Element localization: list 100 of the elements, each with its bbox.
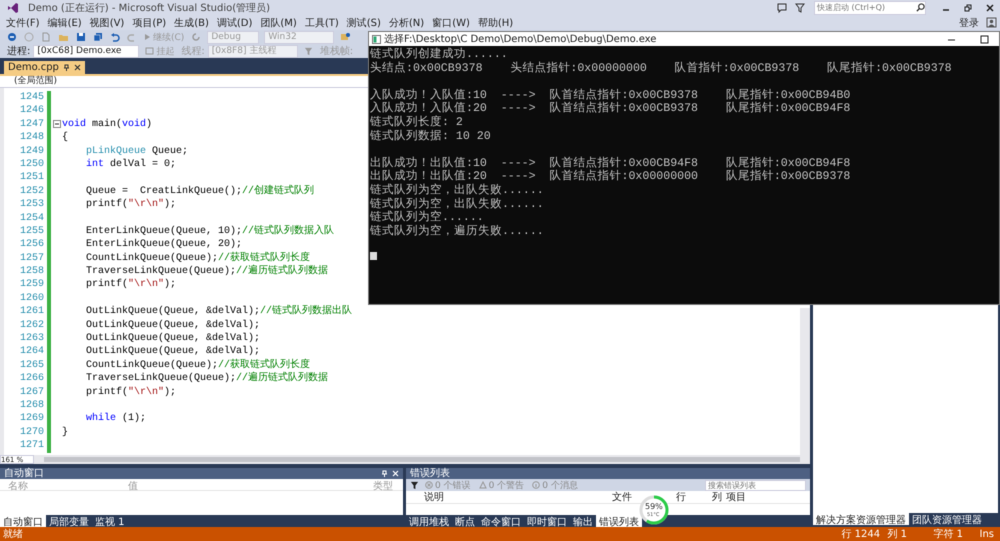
line-number: 1258 xyxy=(18,265,45,278)
collapse-icon[interactable] xyxy=(52,120,60,128)
console-output-line: 链式队列为空，出队失败...... xyxy=(370,198,545,211)
panel-tab[interactable]: 团队资源管理器 xyxy=(909,513,985,525)
thread-label: 线程: xyxy=(181,44,205,58)
code-line: CountLinkQueue(Queue);//获取链式队列长度 xyxy=(85,252,310,264)
search-field[interactable]: 搜索错误列表 xyxy=(705,480,806,490)
menu-item[interactable]: 视图(V) xyxy=(86,16,128,30)
line-number: 1267 xyxy=(18,386,45,399)
code-line: void main(void) xyxy=(62,118,152,132)
panel-tab[interactable]: 调用堆栈 xyxy=(406,515,452,527)
code-line: OutLinkQueue(Queue, &delVal); xyxy=(85,345,260,358)
pin-icon[interactable] xyxy=(62,64,70,71)
find-icon[interactable] xyxy=(340,32,352,42)
panel-tab[interactable]: 解决方案资源管理器 xyxy=(813,513,909,525)
horizontal-scrollbar[interactable] xyxy=(44,457,800,462)
column-header[interactable]: 项目 xyxy=(726,490,746,504)
process-dropdown[interactable]: [0xC68] Demo.exe xyxy=(33,44,140,58)
info-icon xyxy=(532,481,540,489)
menu-item[interactable]: 窗口(W) xyxy=(428,16,474,30)
scope-dropdown[interactable]: (全局范围) xyxy=(0,76,164,87)
line-number: 1260 xyxy=(18,292,45,306)
restart-icon[interactable] xyxy=(191,32,202,42)
panel-tab[interactable]: 输出 xyxy=(570,515,596,527)
menu-item[interactable]: 调试(D) xyxy=(212,16,256,30)
error-icon xyxy=(425,481,433,489)
quick-launch-field[interactable]: 快速启动 (Ctrl+Q) xyxy=(814,0,926,14)
text-cursor xyxy=(370,252,377,260)
console-output-line: 入队成功！入队值:20 ----> 队首结点指针:0x00CB9378 队尾指针:0x00CB94F8 xyxy=(370,102,852,116)
char-indicator: 字符 1 xyxy=(934,528,964,541)
column-header[interactable]: 说明 xyxy=(424,490,444,504)
window-title: Demo (正在运行) - Microsoft Visual Studio(管理员) xyxy=(28,2,270,14)
play-icon xyxy=(144,33,151,41)
menu-item[interactable]: 工具(T) xyxy=(300,16,343,30)
panel-tab[interactable]: 即时窗口 xyxy=(524,515,570,527)
console-icon xyxy=(372,34,381,44)
console-output-line: 链式队列为空...... xyxy=(370,211,485,224)
line-number: 1262 xyxy=(18,318,45,332)
panel-tab[interactable]: 命令窗口 xyxy=(478,515,524,527)
navigate-icon[interactable] xyxy=(7,32,17,42)
menu-item[interactable]: 帮助(H) xyxy=(474,16,518,30)
vertical-scrollbar[interactable] xyxy=(800,308,810,455)
code-line: int delVal = 0; xyxy=(85,158,176,172)
line-number: 1268 xyxy=(18,398,45,412)
account-icon[interactable] xyxy=(986,17,997,28)
code-line: printf("\r\n"); xyxy=(85,386,176,399)
line-indicator: 行 1244 xyxy=(842,528,882,541)
status-message: 就绪 xyxy=(3,528,23,541)
code-line: OutLinkQueue(Queue, &delVal); xyxy=(85,332,260,346)
menu-item[interactable]: 项目(P) xyxy=(128,16,170,30)
console-output-line: 入队成功！入队值:10 ----> 队首结点指针:0x00CB9378 队尾指针:0x00CB94B0 xyxy=(370,88,852,102)
panel-tab[interactable]: 局部变量 xyxy=(46,515,92,527)
filter-icon[interactable] xyxy=(795,2,805,12)
menu-item[interactable]: 文件(F) xyxy=(2,16,44,30)
column-header[interactable]: 列 xyxy=(712,490,722,504)
save-icon[interactable] xyxy=(76,32,86,42)
close-icon[interactable] xyxy=(74,64,81,71)
line-number: 1264 xyxy=(18,345,45,359)
code-line: TraverseLinkQueue(Queue);//遍历链式队列数据 xyxy=(85,265,328,278)
line-number: 1250 xyxy=(18,158,45,172)
menu-item[interactable]: 测试(S) xyxy=(342,16,385,30)
panel-tab[interactable]: 自动窗口 xyxy=(0,515,46,527)
warning-icon xyxy=(478,481,487,489)
line-number: 1247 xyxy=(18,118,45,132)
search-icon xyxy=(916,3,925,12)
code-line: printf("\r\n"); xyxy=(85,198,176,212)
line-number: 1266 xyxy=(18,372,45,386)
menu-item[interactable]: 编辑(E) xyxy=(44,16,86,30)
code-line: OutLinkQueue(Queue, &delVal); xyxy=(85,318,260,332)
undo-icon[interactable] xyxy=(110,32,120,42)
column-header[interactable]: 行 xyxy=(676,490,686,504)
code-line: EnterLinkQueue(Queue, 20); xyxy=(85,238,242,252)
visual-studio-logo-icon xyxy=(7,2,19,14)
save-all-icon[interactable] xyxy=(93,32,103,42)
line-number: 1271 xyxy=(18,439,45,453)
menu-item[interactable]: 团队(M) xyxy=(256,16,301,30)
menu-item[interactable]: 生成(B) xyxy=(170,16,213,30)
panel-tab[interactable]: 错误列表 xyxy=(596,515,642,527)
column-indicator: 列 1 xyxy=(888,528,908,541)
line-number: 1261 xyxy=(18,305,45,319)
sign-in-link[interactable]: 登录 xyxy=(955,16,983,30)
panel-title: 错误列表 xyxy=(410,468,450,479)
feedback-icon[interactable] xyxy=(777,2,787,12)
maximize-icon xyxy=(980,34,988,44)
console-output-line: 链式队列创建成功...... xyxy=(370,48,509,62)
code-line: { xyxy=(62,131,68,145)
close-icon xyxy=(986,4,994,12)
console-output-line: 出队成功！出队值:10 ----> 队首结点指针:0x00CB94F8 队尾指针:0x00CB94F8 xyxy=(370,156,852,170)
document-tab[interactable]: Demo.cpp xyxy=(4,61,85,74)
line-number: 1253 xyxy=(18,198,45,212)
panel-tab[interactable]: 断点 xyxy=(452,515,478,527)
code-line: Queue = CreatLinkQueue();//创建链式队列 xyxy=(85,184,314,198)
column-header[interactable]: 文件 xyxy=(612,490,632,504)
console-output-line: 链式队列为空，遍历失败...... xyxy=(370,224,545,238)
menu-item[interactable]: 分析(N) xyxy=(384,16,428,30)
line-number: 1259 xyxy=(18,278,45,292)
code-line: pLinkQueue Queue; xyxy=(85,144,188,158)
panel-tab[interactable]: 监视 1 xyxy=(92,515,128,527)
line-number: 1269 xyxy=(18,412,45,426)
code-line: OutLinkQueue(Queue, &delVal);//链式队列数据出队 xyxy=(85,305,352,319)
